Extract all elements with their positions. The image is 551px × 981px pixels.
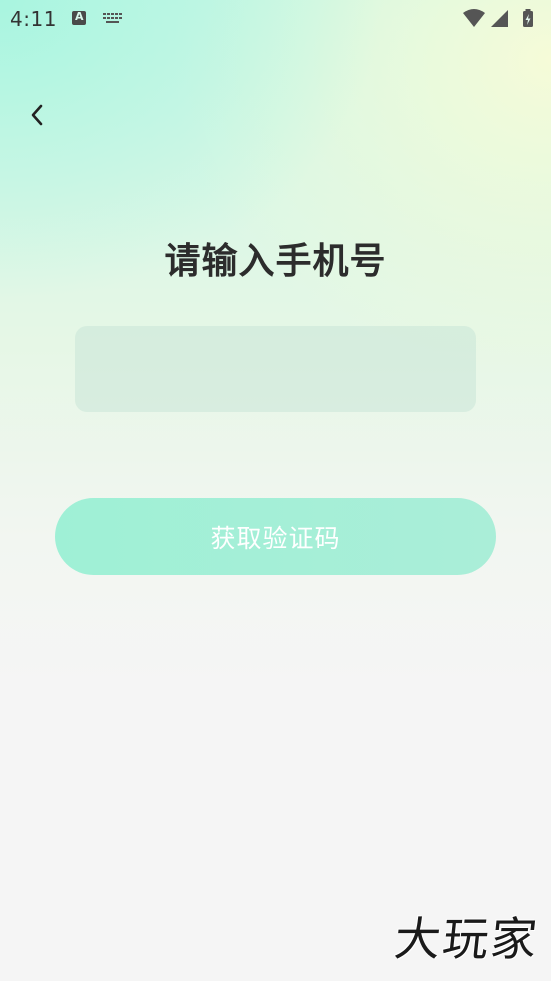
chevron-left-icon	[31, 104, 43, 126]
wifi-icon	[463, 9, 485, 27]
signal-icon	[491, 10, 508, 27]
watermark-logo: 大玩家	[391, 912, 542, 966]
battery-icon	[523, 9, 533, 27]
a-notification-icon	[72, 10, 86, 25]
status-time: 4:11	[10, 7, 57, 31]
phone-input[interactable]	[75, 326, 476, 412]
page-title: 请输入手机号	[164, 241, 387, 282]
back-button[interactable]	[18, 96, 56, 134]
status-right-icons	[463, 9, 533, 27]
get-code-button[interactable]: 获取验证码	[55, 498, 496, 575]
status-bar: 4:11	[0, 0, 551, 38]
keyboard-icon	[103, 13, 122, 23]
